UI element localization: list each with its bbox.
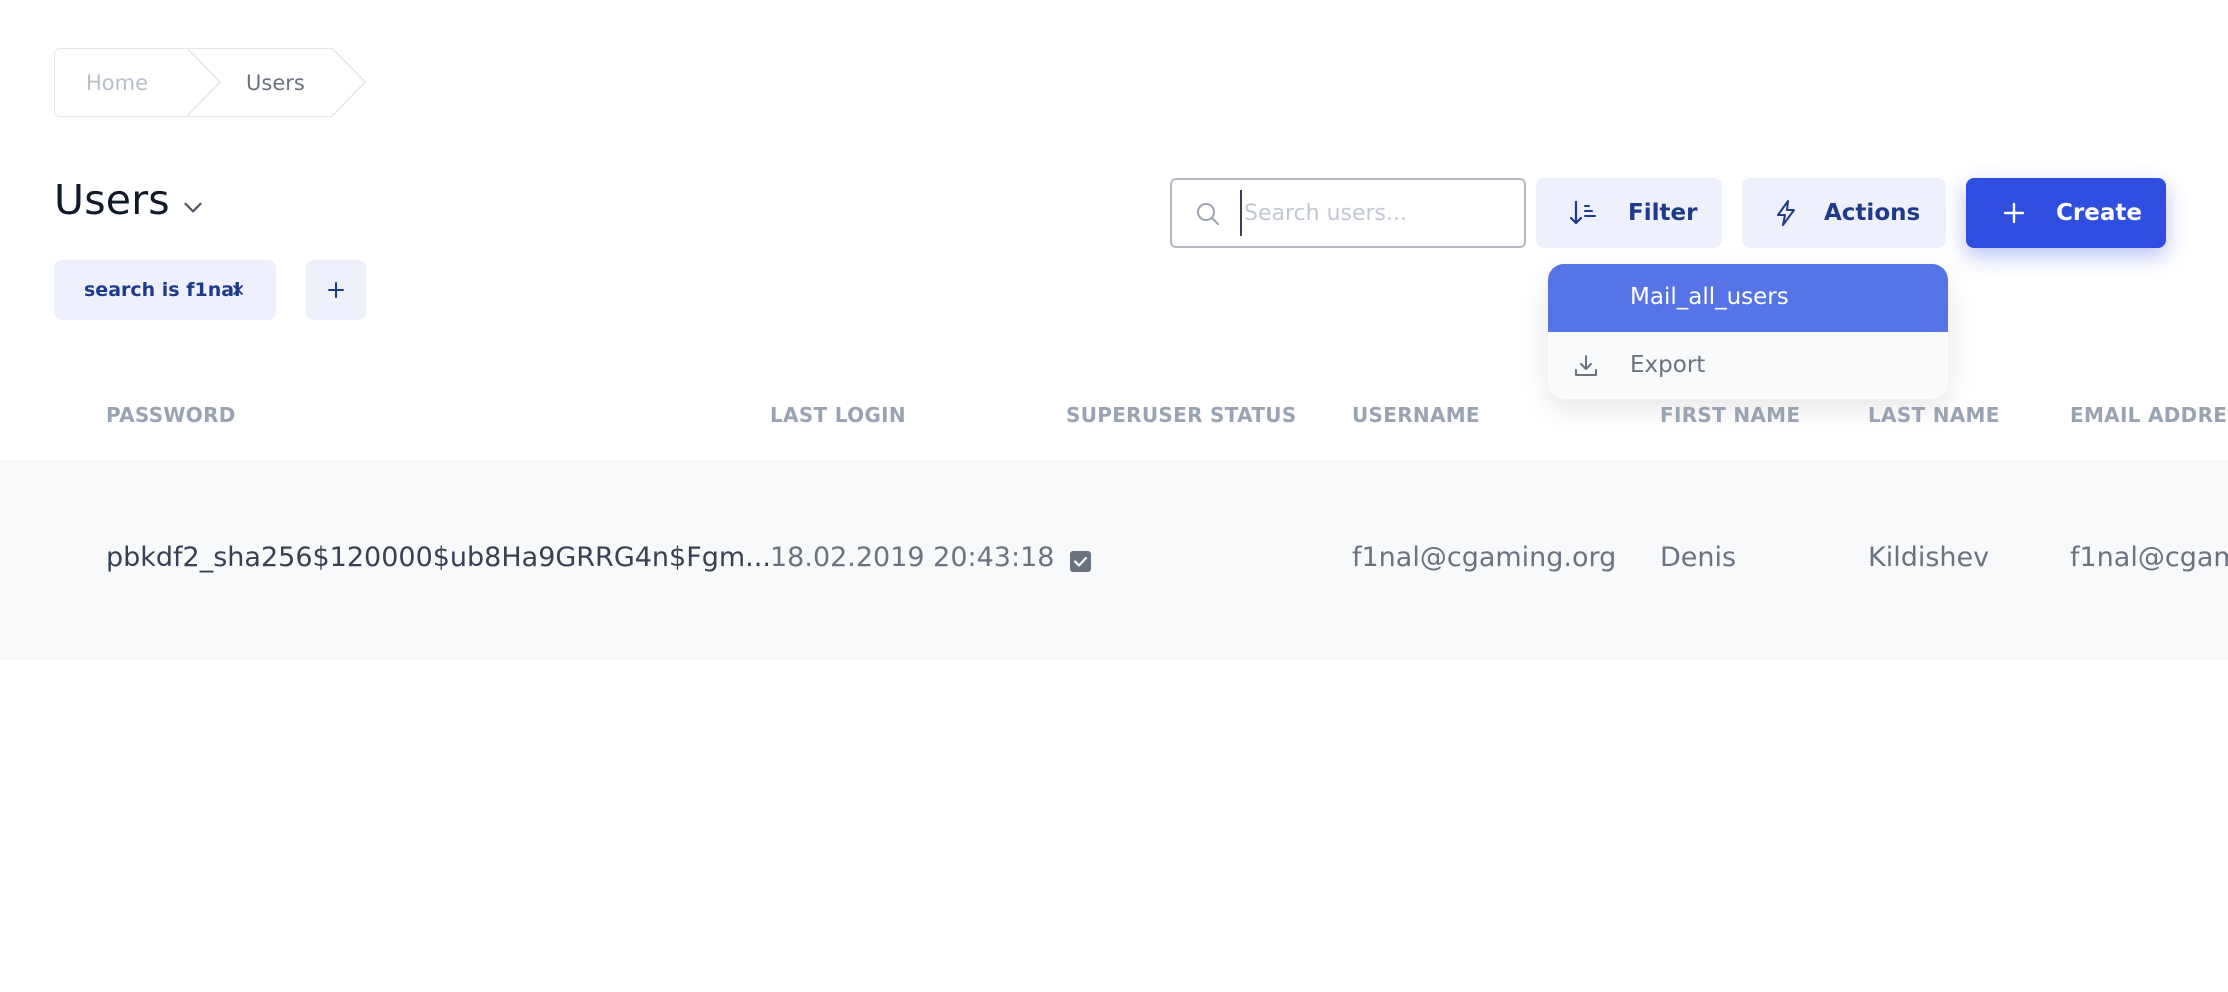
cell-username: f1nal@cgaming.org xyxy=(1352,542,1617,573)
create-button[interactable]: Create xyxy=(1966,178,2166,248)
breadcrumb-users-label: Users xyxy=(246,70,305,95)
cell-first-name: Denis xyxy=(1660,542,1737,573)
filter-button-label: Filter xyxy=(1628,200,1698,226)
superuser-checkbox xyxy=(1070,551,1091,572)
plus-icon xyxy=(328,282,344,298)
filter-chip-label: search is f1nal xyxy=(84,279,241,301)
filter-button[interactable]: Filter xyxy=(1536,178,1722,248)
column-header-password[interactable]: PASSWORD xyxy=(106,403,236,427)
column-header-email-address[interactable]: EMAIL ADDRESS xyxy=(2070,403,2228,427)
actions-button[interactable]: Actions xyxy=(1742,178,1946,248)
cell-last-name: Kildishev xyxy=(1868,542,1990,573)
column-header-username[interactable]: USERNAME xyxy=(1352,403,1480,427)
menu-item-label: Export xyxy=(1630,352,1706,378)
plus-icon xyxy=(2003,202,2025,224)
add-filter-button[interactable] xyxy=(306,260,366,320)
column-header-superuser-status[interactable]: SUPERUSER STATUS xyxy=(1066,403,1297,427)
search-icon xyxy=(1197,203,1219,225)
actions-dropdown: Mail_all_users Export xyxy=(1548,264,1948,399)
create-button-label: Create xyxy=(2056,200,2142,226)
actions-button-label: Actions xyxy=(1824,200,1921,226)
sort-icon xyxy=(1569,200,1596,225)
download-icon xyxy=(1575,355,1597,376)
cell-last-login: 18.02.2019 20:43:18 xyxy=(770,542,1055,573)
breadcrumb-separator-icon xyxy=(186,47,222,117)
column-header-first-name[interactable]: FIRST NAME xyxy=(1660,403,1800,427)
breadcrumb-home[interactable]: Home xyxy=(54,47,222,117)
chevron-down-icon[interactable] xyxy=(180,194,206,220)
menu-item-mail-all-users[interactable]: Mail_all_users xyxy=(1548,264,1948,332)
breadcrumb-end-icon xyxy=(331,47,366,117)
breadcrumb-home-label: Home xyxy=(86,70,149,95)
page-title: Users xyxy=(54,176,170,224)
checkmark-icon xyxy=(1073,556,1088,567)
breadcrumb: Home Users xyxy=(54,47,366,117)
column-header-last-login[interactable]: LAST LOGIN xyxy=(770,403,906,427)
users-page: Home Users Users search is f1nal Search … xyxy=(0,0,2228,992)
menu-item-label: Mail_all_users xyxy=(1630,284,1789,310)
column-header-last-name[interactable]: LAST NAME xyxy=(1868,403,2000,427)
menu-item-export[interactable]: Export xyxy=(1548,332,1948,399)
search-box xyxy=(1170,178,1526,248)
close-icon[interactable] xyxy=(229,281,247,299)
search-input[interactable] xyxy=(1240,190,1510,236)
lightning-icon xyxy=(1777,200,1795,226)
cell-password: pbkdf2_sha256$120000$ub8Ha9GRRG4n$Fgm... xyxy=(106,542,771,573)
cell-email: f1nal@cgaming.org xyxy=(2070,542,2228,573)
